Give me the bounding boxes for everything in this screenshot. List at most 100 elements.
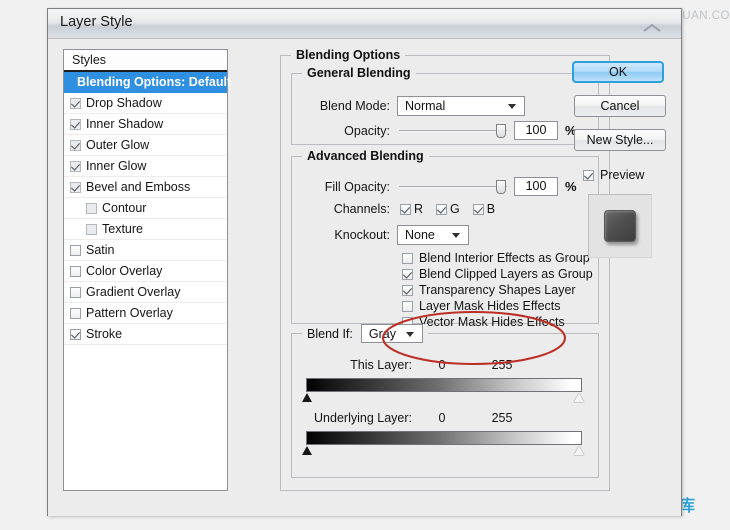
sidebar-item-bevel-and-emboss[interactable]: Bevel and Emboss <box>64 177 227 198</box>
opacity-input[interactable]: 100 <box>514 121 558 140</box>
checkbox-icon[interactable] <box>400 204 411 215</box>
cancel-button[interactable]: Cancel <box>574 95 666 117</box>
sidebar-item-blending-options[interactable]: Blending Options: Default <box>64 72 227 93</box>
sidebar-item-stroke[interactable]: Stroke <box>64 324 227 345</box>
sidebar-item-gradient-overlay[interactable]: Gradient Overlay <box>64 282 227 303</box>
sidebar-item-label: Contour <box>102 198 146 219</box>
sidebar-item-satin[interactable]: Satin <box>64 240 227 261</box>
blend-if-label: Blend If: <box>307 327 353 341</box>
slider-track <box>399 130 507 131</box>
checkbox-icon[interactable] <box>402 269 413 280</box>
sidebar-item-label: Blending Options: Default <box>77 72 231 93</box>
sidebar-item-drop-shadow[interactable]: Drop Shadow <box>64 93 227 114</box>
blending-options-legend: Blending Options <box>291 48 405 62</box>
channel-g[interactable]: G <box>436 202 460 216</box>
this-layer-black-stop[interactable] <box>302 393 313 402</box>
channels-row: Channels: R G B <box>304 202 508 216</box>
this-layer-slider[interactable] <box>306 378 582 392</box>
checkbox-icon[interactable] <box>473 204 484 215</box>
checkbox-icon[interactable] <box>402 253 413 264</box>
option-label: Vector Mask Hides Effects <box>419 315 565 329</box>
opacity-slider[interactable] <box>399 124 507 138</box>
sidebar-item-label: Color Overlay <box>86 261 162 282</box>
styles-list-panel[interactable]: Styles Blending Options: Default Drop Sh… <box>63 49 228 491</box>
new-style-button-label: New Style... <box>587 133 654 147</box>
checkbox-icon[interactable] <box>86 203 97 214</box>
option-transparency-shapes-layer[interactable]: Transparency Shapes Layer <box>402 283 576 297</box>
checkbox-icon[interactable] <box>70 287 81 298</box>
slider-knob[interactable] <box>496 180 506 194</box>
option-layer-mask-hides-effects[interactable]: Layer Mask Hides Effects <box>402 299 561 313</box>
checkbox-icon[interactable] <box>70 161 81 172</box>
screenshot-root: 思缘设计论坛 WWW.MISSYUAN.COM 站长 图 库 Layer Sty… <box>0 0 730 530</box>
underlying-layer-slider[interactable] <box>306 431 582 445</box>
this-layer-white-stop[interactable] <box>574 393 585 402</box>
checkbox-icon[interactable] <box>70 140 81 151</box>
checkbox-icon[interactable] <box>70 182 81 193</box>
sidebar-item-label: Drop Shadow <box>86 93 162 114</box>
blending-options-group: Blending Options General Blending Blend … <box>280 55 610 491</box>
channel-b[interactable]: B <box>473 202 495 216</box>
blend-mode-select[interactable]: Normal <box>397 96 525 116</box>
sidebar-item-texture[interactable]: Texture <box>64 219 227 240</box>
blend-if-legend-wrap: Blend If: Gray <box>302 324 428 343</box>
option-blend-clipped-layers[interactable]: Blend Clipped Layers as Group <box>402 267 593 281</box>
fill-opacity-slider[interactable] <box>399 180 507 194</box>
fill-opacity-input[interactable]: 100 <box>514 177 558 196</box>
preview-checkbox-row[interactable]: Preview <box>583 168 644 182</box>
checkbox-icon[interactable] <box>70 245 81 256</box>
new-style-button[interactable]: New Style... <box>574 129 666 151</box>
checkbox-icon[interactable] <box>86 224 97 235</box>
checkbox-icon[interactable] <box>70 98 81 109</box>
checkbox-icon[interactable] <box>402 285 413 296</box>
knockout-label: Knockout: <box>304 228 390 242</box>
checkbox-icon[interactable] <box>436 204 447 215</box>
blend-if-channel-select[interactable]: Gray <box>361 324 423 343</box>
ok-button[interactable]: OK <box>572 61 664 83</box>
dialog-titlebar[interactable]: Layer Style <box>48 9 681 39</box>
advanced-blending-group: Advanced Blending Fill Opacity: 100 % Ch… <box>291 156 599 324</box>
knockout-value: None <box>405 228 435 242</box>
knockout-select[interactable]: None <box>397 225 469 245</box>
channel-r[interactable]: R <box>400 202 423 216</box>
underlying-black-value: 0 <box>412 411 472 425</box>
cancel-button-label: Cancel <box>601 99 640 113</box>
slider-knob[interactable] <box>496 124 506 138</box>
triangle-icon <box>574 446 584 455</box>
chevron-collapse-icon[interactable] <box>641 22 663 34</box>
opacity-row: Opacity: 100 % <box>304 121 577 140</box>
checkbox-icon[interactable] <box>583 170 594 181</box>
sidebar-item-label: Inner Shadow <box>86 114 163 135</box>
option-blend-interior-effects[interactable]: Blend Interior Effects as Group <box>402 251 590 265</box>
sidebar-item-color-overlay[interactable]: Color Overlay <box>64 261 227 282</box>
checkbox-icon[interactable] <box>70 308 81 319</box>
channel-label: R <box>414 202 423 216</box>
sidebar-item-contour[interactable]: Contour <box>64 198 227 219</box>
preview-swatch <box>604 210 636 242</box>
ok-button-label: OK <box>609 65 627 79</box>
blend-if-group: Blend If: Gray This Layer: 0 255 <box>291 333 599 478</box>
option-label: Blend Clipped Layers as Group <box>419 267 593 281</box>
sidebar-item-label: Pattern Overlay <box>86 303 173 324</box>
underlying-gradient-bar <box>306 431 582 445</box>
this-layer-label: This Layer: <box>308 358 412 372</box>
sidebar-item-inner-shadow[interactable]: Inner Shadow <box>64 114 227 135</box>
sidebar-item-pattern-overlay[interactable]: Pattern Overlay <box>64 303 227 324</box>
sidebar-item-inner-glow[interactable]: Inner Glow <box>64 156 227 177</box>
underlying-black-stop[interactable] <box>302 446 313 455</box>
sidebar-item-label: Bevel and Emboss <box>86 177 190 198</box>
checkbox-icon[interactable] <box>402 301 413 312</box>
advanced-blending-legend: Advanced Blending <box>302 149 429 163</box>
triangle-icon <box>302 393 312 402</box>
sidebar-item-outer-glow[interactable]: Outer Glow <box>64 135 227 156</box>
blend-mode-row: Blend Mode: Normal <box>304 96 525 116</box>
underlying-layer-row: Underlying Layer: 0 255 <box>298 411 532 425</box>
triangle-icon <box>574 393 584 402</box>
chevron-down-icon <box>452 233 460 238</box>
checkbox-icon[interactable] <box>70 266 81 277</box>
checkbox-icon[interactable] <box>70 329 81 340</box>
option-label: Blend Interior Effects as Group <box>419 251 590 265</box>
underlying-white-stop[interactable] <box>574 446 585 455</box>
this-layer-row: This Layer: 0 255 <box>308 358 532 372</box>
checkbox-icon[interactable] <box>70 119 81 130</box>
